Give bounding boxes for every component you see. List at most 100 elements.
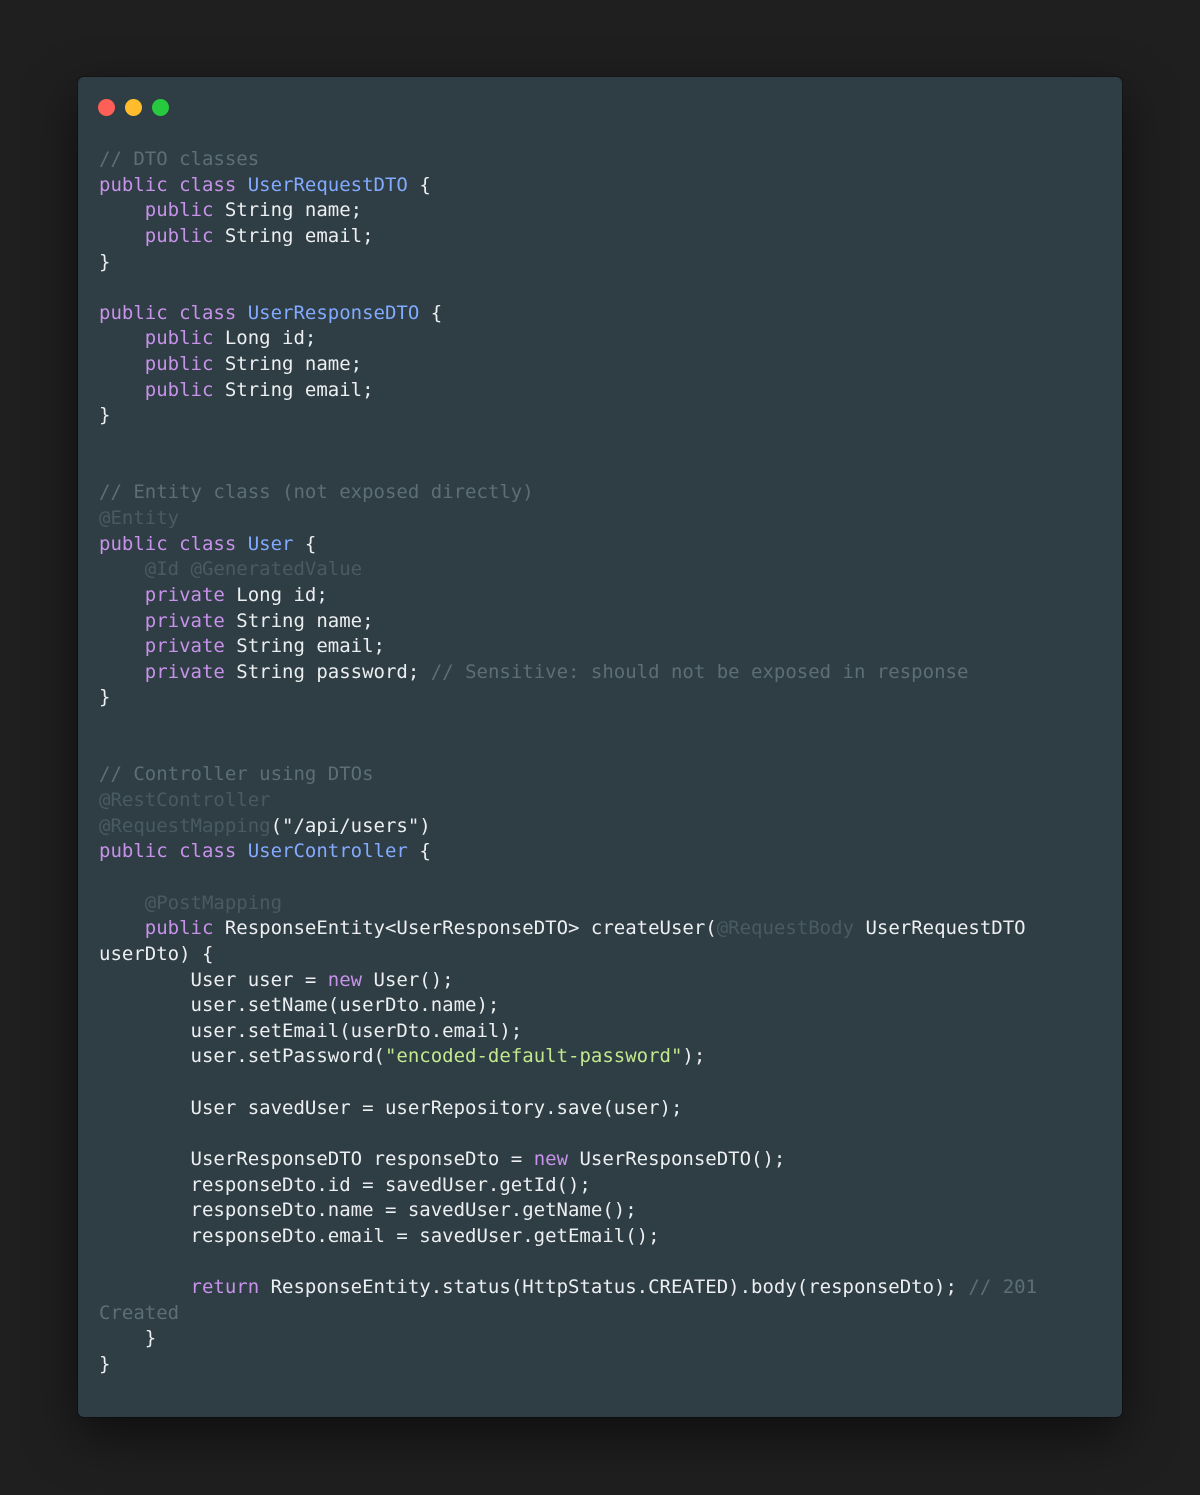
code-line: private String password; // Sensitive: s…	[99, 660, 1102, 686]
code-line: responseDto.name = savedUser.getName();	[99, 1198, 1102, 1224]
code-text: user.setEmail(userDto.email);	[99, 1019, 523, 1042]
code-keyword: public	[144, 378, 214, 401]
code-line: UserResponseDTO responseDto = new UserRe…	[99, 1147, 1102, 1173]
code-text: String name;	[213, 353, 363, 376]
zoom-button[interactable]	[152, 99, 169, 116]
code-line: }	[99, 1352, 1102, 1378]
code-text: Long id;	[224, 583, 328, 606]
code-line: }	[99, 403, 1102, 429]
code-text: }	[99, 404, 111, 427]
code-keyword: public class	[99, 173, 248, 196]
code-keyword: public class	[99, 532, 248, 555]
code-line: user.setPassword("encoded-default-passwo…	[99, 1044, 1102, 1070]
code-line: userDto) {	[99, 942, 1102, 968]
code-text: userDto) {	[99, 942, 214, 965]
code-line: }	[99, 685, 1102, 711]
code-type-name: User	[247, 532, 294, 555]
code-comment: Created	[99, 1301, 180, 1324]
close-button[interactable]	[98, 99, 115, 116]
code-text: responseDto.email = savedUser.getEmail()…	[99, 1224, 660, 1247]
code-text: ("/api/users")	[270, 814, 431, 837]
code-keyword: public	[144, 199, 214, 222]
code-line: @RestController	[99, 788, 1102, 814]
code-line: private String name;	[99, 609, 1102, 635]
code-type-name: UserResponseDTO	[247, 301, 420, 324]
code-line: @RequestMapping("/api/users")	[99, 814, 1102, 840]
code-line: public class UserRequestDTO {	[99, 173, 1102, 199]
code-line: @Entity	[99, 506, 1102, 532]
code-keyword: public class	[99, 840, 248, 863]
code-type-name: UserController	[247, 840, 408, 863]
code-text: String email;	[213, 378, 374, 401]
code-text: User savedUser = userRepository.save(use…	[99, 1096, 683, 1119]
code-line: User user = new User();	[99, 968, 1102, 994]
code-text: );	[682, 1045, 706, 1068]
code-line: private Long id;	[99, 583, 1102, 609]
minimize-button[interactable]	[125, 99, 142, 116]
code-annotation: @RequestMapping	[99, 814, 271, 837]
code-annotation: @RestController	[99, 789, 271, 812]
code-comment: // Controller using DTOs	[99, 763, 374, 786]
code-comment: // 201	[968, 1276, 1038, 1299]
code-line: public class User {	[99, 532, 1102, 558]
code-text: {	[419, 301, 443, 324]
code-text: User user =	[99, 968, 328, 991]
code-line: @PostMapping	[99, 891, 1102, 917]
code-line: responseDto.id = savedUser.getId();	[99, 1173, 1102, 1199]
code-text: UserResponseDTO();	[568, 1147, 786, 1170]
code-comment: // Entity class (not exposed directly)	[99, 481, 534, 504]
code-line: public class UserResponseDTO {	[99, 301, 1102, 327]
code-annotation: @RequestBody	[716, 917, 855, 940]
code-text: String password;	[224, 660, 431, 683]
code-keyword: public	[144, 224, 214, 247]
code-line: }	[99, 250, 1102, 276]
code-text: String email;	[213, 224, 374, 247]
code-keyword: private	[144, 583, 225, 606]
code-line: }	[99, 1326, 1102, 1352]
code-text: ResponseEntity.status(HttpStatus.CREATED…	[259, 1276, 969, 1299]
code-keyword: new	[327, 968, 363, 991]
code-text: UserResponseDTO responseDto =	[99, 1147, 534, 1170]
code-line: user.setName(userDto.name);	[99, 993, 1102, 1019]
code-block: // DTO classes public class UserRequestDT…	[99, 147, 1102, 1378]
code-line: public String name;	[99, 198, 1102, 224]
code-annotation: @PostMapping	[144, 891, 283, 914]
code-line: // DTO classes	[99, 147, 1102, 173]
code-text: }	[99, 250, 111, 273]
code-text: responseDto.name = savedUser.getName();	[99, 1199, 637, 1222]
code-line: public class UserController {	[99, 839, 1102, 865]
code-text: ResponseEntity<UserResponseDTO> createUs…	[213, 917, 717, 940]
code-line: user.setEmail(userDto.email);	[99, 1019, 1102, 1045]
code-keyword: private	[144, 635, 225, 658]
code-text: }	[99, 686, 111, 709]
code-line: public String email;	[99, 378, 1102, 404]
code-line: public ResponseEntity<UserResponseDTO> c…	[99, 916, 1102, 942]
code-line: public String name;	[99, 352, 1102, 378]
code-annotation: @Entity	[99, 506, 180, 529]
code-type-name: UserRequestDTO	[247, 173, 408, 196]
code-text: String name;	[213, 199, 363, 222]
code-line: // Controller using DTOs	[99, 762, 1102, 788]
code-keyword: private	[144, 660, 225, 683]
code-keyword: return	[190, 1276, 260, 1299]
code-annotation: @Id @GeneratedValue	[144, 558, 363, 581]
code-line: return ResponseEntity.status(HttpStatus.…	[99, 1275, 1102, 1301]
code-keyword: public	[144, 353, 214, 376]
